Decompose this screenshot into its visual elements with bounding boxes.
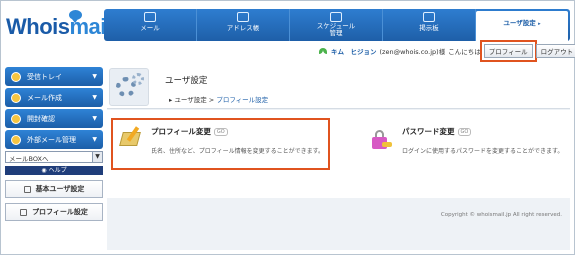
help-label: ヘルプ xyxy=(48,167,67,174)
nav-tab-user-settings[interactable]: ユーザ設定 ▸ xyxy=(476,11,568,41)
breadcrumb-parent[interactable]: ユーザ設定 xyxy=(174,96,206,104)
password-change-card[interactable]: パスワード変更 GO ログインに使用するパスワードを変更することができます。 xyxy=(361,118,571,170)
profile-icon xyxy=(20,208,28,216)
leaf-icon xyxy=(319,48,327,54)
settings-content: プロフィール変更 GO 氏名、住所など、プロフィール情報を変更することができます。… xyxy=(107,110,570,198)
profile-settings-label: プロフィール設定 xyxy=(32,208,88,216)
sidebar-item-read-receipt[interactable]: 開封確認 ▼ xyxy=(5,109,103,128)
profile-change-description: 氏名、住所など、プロフィール情報を変更することができます。 xyxy=(151,148,324,155)
sidebar-item-label: メール作成 xyxy=(27,93,62,102)
external-mail-icon xyxy=(11,134,21,145)
settings-gear-icon xyxy=(109,68,149,106)
mail-icon xyxy=(144,12,156,22)
calendar-icon xyxy=(330,12,342,22)
logout-button[interactable]: ログアウト xyxy=(535,44,575,58)
user-email: (zen@whois.co.jp)様 xyxy=(379,48,446,56)
chevron-down-icon: ▼ xyxy=(92,94,97,101)
profile-button[interactable]: プロフィール xyxy=(479,40,537,62)
profile-change-title[interactable]: プロフィール変更 GO xyxy=(151,126,324,137)
inbox-icon xyxy=(11,71,21,82)
caret-icon: ▸ xyxy=(538,21,541,27)
address-book-icon xyxy=(237,12,249,22)
help-link[interactable]: ◉ ヘルプ xyxy=(5,166,103,175)
nav-label: スケジュール 管理 xyxy=(316,22,356,37)
sidebar-item-external-mail[interactable]: 外部メール管理 ▼ xyxy=(5,130,103,149)
basic-user-settings-button[interactable]: 基本ユーザ設定 xyxy=(5,180,103,198)
breadcrumb-current: プロフィール設定 xyxy=(216,96,269,104)
breadcrumb-separator: > xyxy=(206,96,217,104)
basic-user-settings-label: 基本ユーザ設定 xyxy=(35,185,85,193)
logo-text-whois: Whois xyxy=(6,14,70,39)
copyright-text: Copyright © whoismail.jp All right reser… xyxy=(440,212,562,218)
go-badge[interactable]: GO xyxy=(213,128,228,136)
nav-tab-schedule[interactable]: スケジュール 管理 xyxy=(290,9,383,41)
sidebar-item-label: 開封確認 xyxy=(27,114,55,123)
user-settings-icon xyxy=(23,185,31,193)
profile-settings-button[interactable]: プロフィール設定 xyxy=(5,203,103,221)
sidebar-item-label: 外部メール管理 xyxy=(27,135,76,144)
nav-label: 掲示板 xyxy=(419,24,439,32)
password-change-title[interactable]: パスワード変更 GO xyxy=(402,126,563,137)
nav-tab-mail[interactable]: メール xyxy=(104,9,197,41)
main-panel: ユーザ設定 ▸ ユーザ設定 > プロフィール設定 プロフィール変更 GO 氏名、住… xyxy=(107,65,570,250)
greeting-text: こんにちは xyxy=(448,48,481,56)
page-title: ユーザ設定 xyxy=(165,76,208,86)
mailbox-select-value: メールBOXへ xyxy=(9,155,49,163)
dropdown-arrow-icon: ▼ xyxy=(92,152,102,162)
user-bar: キム ヒジョン (zen@whois.co.jp)様 こんにちは プロフィール … xyxy=(319,40,575,62)
chevron-down-icon: ▼ xyxy=(92,115,97,122)
chevron-down-icon: ▼ xyxy=(92,136,97,143)
nav-tab-address-book[interactable]: アドレス帳 xyxy=(197,9,290,41)
mailbox-select[interactable]: メールBOXへ ▼ xyxy=(5,151,103,163)
breadcrumb: ▸ ユーザ設定 > プロフィール設定 xyxy=(169,94,268,104)
page-header: ユーザ設定 ▸ ユーザ設定 > プロフィール設定 xyxy=(107,65,570,109)
sidebar-item-label: 受信トレイ xyxy=(27,72,62,81)
nav-tab-bulletin-board[interactable]: 掲示板 xyxy=(383,9,476,41)
user-name: キム ヒジョン xyxy=(331,48,377,56)
sidebar-item-inbox[interactable]: 受信トレイ ▼ xyxy=(5,67,103,86)
help-icon: ◉ xyxy=(41,167,49,174)
read-receipt-icon xyxy=(11,113,21,124)
top-navigation: メール アドレス帳 スケジュール 管理 掲示板 ユーザ設定 ▸ xyxy=(104,9,570,41)
password-change-description: ログインに使用するパスワードを変更することができます。 xyxy=(402,148,564,155)
password-lock-icon xyxy=(369,128,393,150)
go-badge[interactable]: GO xyxy=(457,128,472,136)
chevron-down-icon: ▼ xyxy=(92,73,97,80)
whoismail-logo[interactable]: Whoismail xyxy=(6,10,112,44)
edit-profile-icon xyxy=(119,126,142,150)
nav-label: アドレス帳 xyxy=(226,24,260,32)
app-window: Whoismail メール アドレス帳 スケジュール 管理 掲示板 ユーザ設定 … xyxy=(0,0,575,255)
nav-label: ユーザ設定 ▸ xyxy=(503,19,541,28)
sidebar: 受信トレイ ▼ メール作成 ▼ 開封確認 ▼ 外部メール管理 ▼ メールBOXへ… xyxy=(5,67,103,221)
mouse-icon xyxy=(423,12,435,22)
speech-bubble-icon xyxy=(69,10,82,23)
profile-change-card[interactable]: プロフィール変更 GO 氏名、住所など、プロフィール情報を変更することができます。 xyxy=(111,118,330,170)
nav-label: メール xyxy=(140,24,160,32)
sidebar-item-compose[interactable]: メール作成 ▼ xyxy=(5,88,103,107)
compose-icon xyxy=(11,92,21,103)
